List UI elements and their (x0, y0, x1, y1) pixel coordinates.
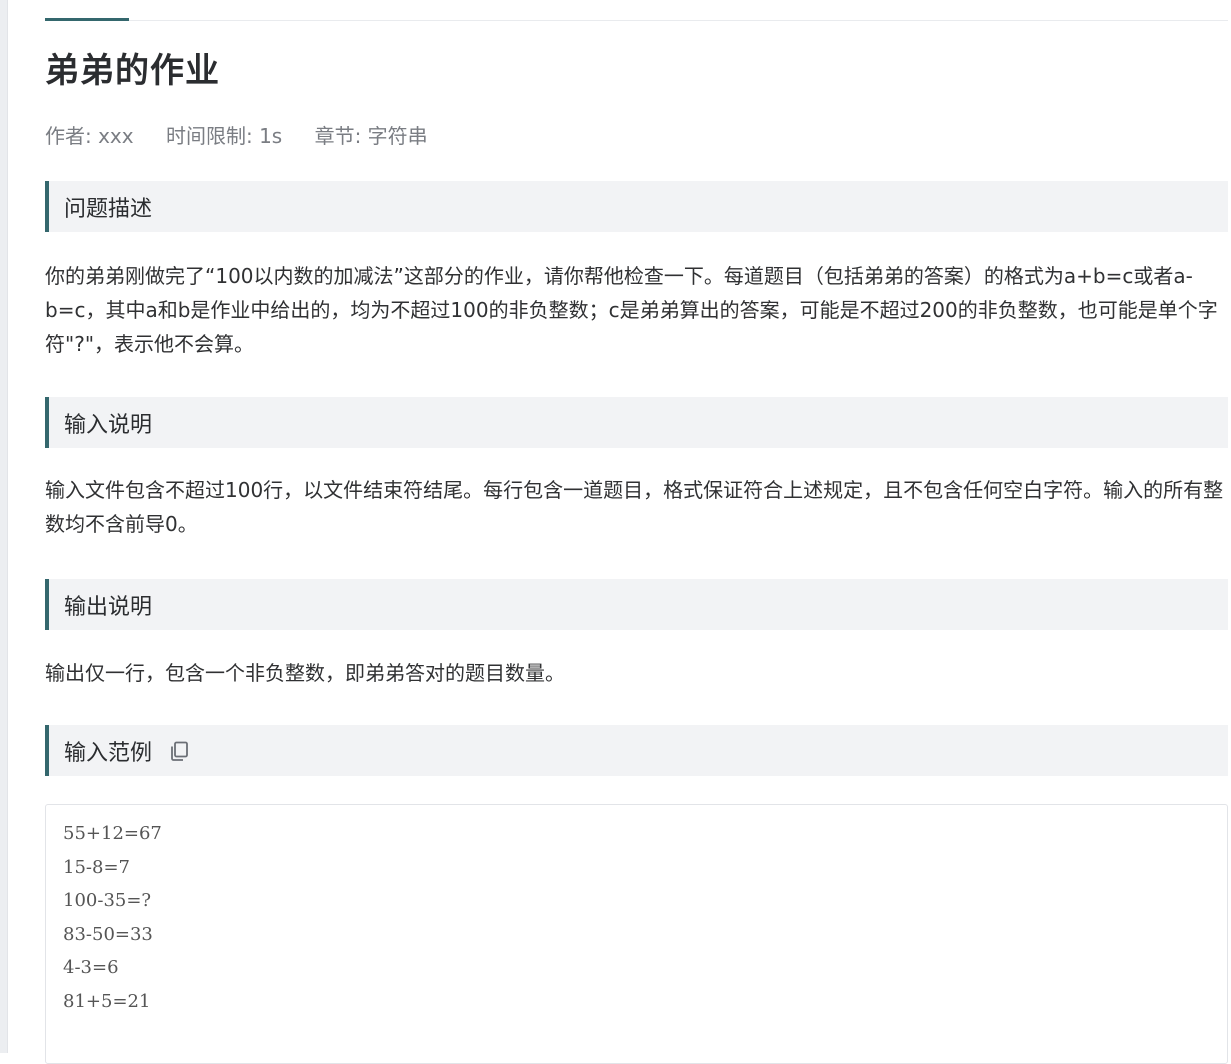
output-heading: 输出说明 (64, 594, 153, 620)
input-header: 输入说明 (45, 397, 1228, 448)
description-header: 问题描述 (45, 181, 1228, 232)
sample-line: 55+12=67 (63, 823, 162, 844)
chapter-info: 章节: 字符串 (314, 124, 428, 148)
sample-line: 81+5=21 (63, 990, 151, 1012)
sample-input-box[interactable]: 55+12=67 15-8=7 100-35=? 83-50=33 4-3=6 … (45, 804, 1228, 1064)
active-tab-indicator (45, 18, 129, 21)
tab-bar (45, 0, 1228, 21)
left-scroll-rail (0, 0, 8, 1053)
sample-line: 4-3=6 (63, 957, 119, 979)
output-header: 输出说明 (45, 579, 1228, 630)
page-title: 弟弟的作业 (45, 51, 220, 91)
problem-meta: 作者: xxx 时间限制: 1s 章节: 字符串 (45, 124, 1228, 148)
description-heading: 问题描述 (64, 196, 153, 222)
description-text: 你的弟弟刚做完了“100以内数的加减法”这部分的作业，请你帮他检查一下。每道题目… (45, 264, 1218, 356)
problem-container: 弟弟的作业 作者: xxx 时间限制: 1s 章节: 字符串 问题描述 你的弟弟… (45, 0, 1228, 1064)
input-text: 输入文件包含不超过100行，以文件结束符结尾。每行包含一道题目，格式保证符合上述… (45, 478, 1224, 536)
sample-input-header: 输入范例 (45, 725, 1228, 776)
sample-input-heading: 输入范例 (64, 740, 153, 766)
output-text: 输出仅一行，包含一个非负整数，即弟弟答对的题目数量。 (45, 661, 565, 685)
sample-line: 15-8=7 (63, 856, 130, 878)
sample-line: 83-50=33 (63, 923, 153, 945)
input-heading: 输入说明 (64, 412, 153, 438)
sample-line: 100-35=? (63, 890, 152, 912)
copy-icon[interactable] (168, 740, 190, 762)
author-info: 作者: xxx (45, 124, 134, 148)
time-limit-info: 时间限制: 1s (165, 124, 283, 148)
